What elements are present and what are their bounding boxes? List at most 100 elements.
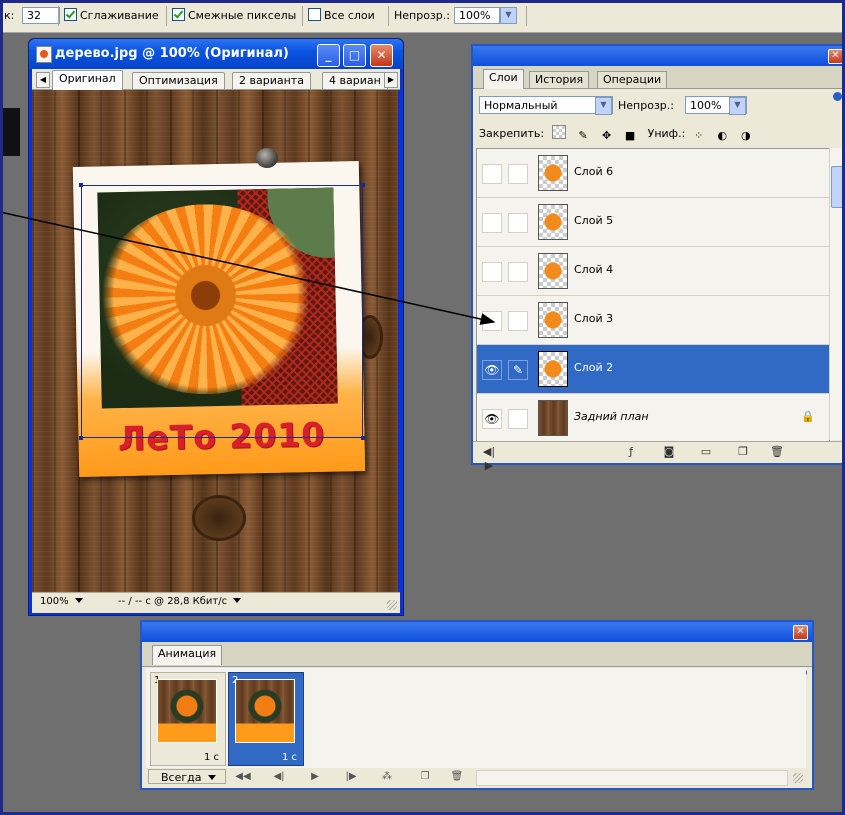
download-time-select[interactable]: -- / -- с @ 28,8 Кбит/с <box>118 596 242 607</box>
transform-bounding-box[interactable] <box>79 183 365 440</box>
eye-icon[interactable]: 👁 <box>482 360 502 380</box>
unify-style-icon[interactable]: ◑ <box>740 130 752 142</box>
duplicate-frame-icon[interactable]: ❐ <box>416 770 434 784</box>
brush-icon[interactable]: ✎ <box>508 360 528 380</box>
animation-panel-titlebar[interactable]: ✕ <box>142 622 812 642</box>
link-toggle[interactable] <box>508 409 528 429</box>
tab-scroll-right-icon[interactable]: ▶ <box>384 72 398 88</box>
resize-grip-icon[interactable] <box>387 600 397 610</box>
loop-select[interactable]: Всегда <box>148 769 226 784</box>
next-frame-icon[interactable]: |▶ <box>342 770 360 784</box>
add-mask-icon[interactable]: ◙ <box>661 445 677 459</box>
frames-scrollbar[interactable] <box>476 770 788 786</box>
animation-frame[interactable]: 1 1 с <box>150 672 226 766</box>
visibility-toggle[interactable] <box>482 262 502 282</box>
checkbox-icon <box>64 8 77 21</box>
checkbox-icon <box>308 8 321 21</box>
tab-actions[interactable]: Операции <box>597 71 668 88</box>
animation-frame-selected[interactable]: 2 1 с <box>228 672 304 766</box>
layers-scrollbar[interactable] <box>829 148 845 440</box>
chevron-down-icon[interactable]: ▼ <box>595 97 612 115</box>
new-group-icon[interactable]: ▭ <box>698 445 714 459</box>
layer-row[interactable]: Слой 4 <box>477 247 829 296</box>
image-canvas[interactable]: ЛеТо 2010 <box>32 90 398 592</box>
contiguous-checkbox[interactable]: Смежные пикселы <box>172 7 296 24</box>
layers-panel-titlebar[interactable]: ✕ <box>473 46 845 66</box>
transform-handle[interactable] <box>361 436 365 440</box>
layer-thumbnail <box>538 155 568 191</box>
lock-icon: 🔒 <box>801 410 815 423</box>
lock-move-icon[interactable]: ✥ <box>601 130 613 142</box>
visibility-toggle[interactable] <box>482 311 502 331</box>
layer-name: Слой 2 <box>574 361 614 374</box>
link-toggle[interactable] <box>508 311 528 331</box>
contiguous-label: Смежные пикселы <box>188 9 297 22</box>
opacity-input[interactable]: 100% <box>454 7 500 24</box>
trash-icon[interactable]: 🗑 <box>448 770 466 784</box>
blend-mode-select[interactable]: Нормальный ▼ <box>479 96 613 115</box>
transform-handle[interactable] <box>361 183 365 187</box>
link-toggle[interactable] <box>508 262 528 282</box>
eye-icon[interactable]: 👁 <box>482 409 502 429</box>
close-icon[interactable]: ✕ <box>828 49 843 64</box>
layer-thumbnail <box>538 351 568 387</box>
visibility-toggle[interactable] <box>482 164 502 184</box>
play-icon[interactable]: ▶ <box>306 770 324 784</box>
frame-delay[interactable]: 1 с <box>282 752 297 763</box>
antialias-checkbox[interactable]: Сглаживание <box>64 7 159 24</box>
all-layers-checkbox[interactable]: Все слои <box>308 7 375 24</box>
layer-row-selected[interactable]: 👁 ✎ Слой 2 <box>477 345 829 394</box>
layer-row[interactable]: Слой 6 <box>477 149 829 198</box>
tab-4up[interactable]: 4 вариан <box>322 72 388 89</box>
options-bar: к: 32 Сглаживание Смежные пикселы Все сл… <box>0 0 845 33</box>
close-button[interactable]: ✕ <box>370 44 393 67</box>
push-pin <box>256 148 278 168</box>
transform-handle[interactable] <box>79 436 83 440</box>
zoom-select[interactable]: 100% <box>40 596 83 607</box>
layer-name: Слой 6 <box>574 165 614 178</box>
link-toggle[interactable] <box>508 164 528 184</box>
tab-optimized[interactable]: Оптимизация <box>132 72 225 89</box>
checkbox-icon <box>172 8 185 21</box>
document-status-bar: 100% -- / -- с @ 28,8 Кбит/с <box>32 592 400 613</box>
layer-opacity-input[interactable]: 100% ▼ <box>685 96 747 115</box>
layer-style-icon[interactable]: ƒ <box>623 445 639 459</box>
tab-scroll-left-icon[interactable]: ◀ <box>36 72 50 88</box>
tab-animation[interactable]: Анимация <box>152 645 223 665</box>
panel-menu-icon[interactable] <box>833 92 842 101</box>
link-toggle[interactable] <box>508 213 528 233</box>
unify-position-icon[interactable]: ⁘ <box>693 130 705 142</box>
minimize-button[interactable]: _ <box>317 44 340 67</box>
layer-row[interactable]: 👁 Задний план 🔒 <box>477 394 829 441</box>
document-window[interactable]: дерево.jpg @ 100% (Оригинал) _ □ ✕ ◀ Ори… <box>28 38 404 616</box>
chevron-down-icon[interactable]: ▼ <box>500 7 517 24</box>
tab-original[interactable]: Оригинал <box>52 70 123 90</box>
layer-list: Слой 6 Слой 5 Слой 4 Слой 3 👁 ✎ Слой 2 👁… <box>476 148 830 442</box>
tab-2up[interactable]: 2 варианта <box>232 72 311 89</box>
first-frame-icon[interactable]: ◀◀ <box>234 770 252 784</box>
tab-history[interactable]: История <box>529 71 590 88</box>
transform-handle[interactable] <box>79 183 83 187</box>
tab-layers[interactable]: Слои <box>483 69 524 89</box>
previous-frame-icon[interactable]: ◀| <box>270 770 288 784</box>
close-icon[interactable]: ✕ <box>793 625 808 640</box>
visibility-toggle[interactable] <box>482 213 502 233</box>
tween-icon[interactable]: ⁂ <box>378 770 396 784</box>
chevron-down-icon[interactable]: ▼ <box>729 97 746 115</box>
maximize-button[interactable]: □ <box>343 44 366 67</box>
lock-transparency-icon[interactable] <box>551 125 566 139</box>
layer-row[interactable]: Слой 3 <box>477 296 829 345</box>
frame-delay[interactable]: 1 с <box>204 752 219 763</box>
trash-icon[interactable]: 🗑 <box>769 445 785 459</box>
all-layers-label: Все слои <box>324 9 375 22</box>
new-layer-icon[interactable]: ❐ <box>735 445 751 459</box>
animation-unify-icon[interactable]: ◀|▶ <box>481 445 497 472</box>
document-titlebar[interactable]: дерево.jpg @ 100% (Оригинал) _ □ ✕ <box>29 39 403 69</box>
lock-all-icon[interactable]: ■ <box>624 130 636 142</box>
unify-label: Униф.: <box>647 127 686 140</box>
lock-brush-icon[interactable]: ✎ <box>577 130 589 142</box>
unify-visibility-icon[interactable]: ◐ <box>716 130 728 142</box>
tolerance-input[interactable]: 32 <box>22 7 60 24</box>
layer-row[interactable]: Слой 5 <box>477 198 829 247</box>
resize-grip-icon[interactable] <box>793 773 803 783</box>
